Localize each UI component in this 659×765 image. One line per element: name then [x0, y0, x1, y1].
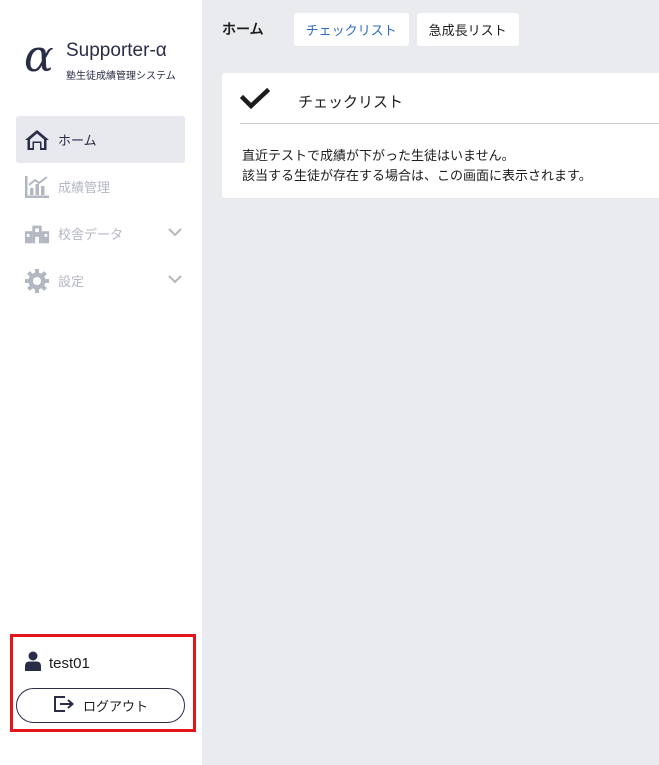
topbar: ホーム チェックリスト 急成長リスト — [222, 12, 527, 46]
user-info: test01 — [25, 651, 90, 675]
brand-name: Supporter-α — [66, 40, 167, 61]
brand-subtitle: 塾生徒成績管理システム — [66, 71, 176, 82]
card-message-line: 該当する生徒が存在する場合は、この画面に表示されます。 — [242, 169, 592, 184]
page-title: ホーム — [222, 22, 264, 38]
sidebar-nav: ホーム 成績管理 校舎データ 設定 — [16, 116, 185, 304]
checklist-card: チェックリスト 直近テストで成績が下がった生徒はいません。 該当する生徒が存在す… — [222, 73, 659, 198]
logout-button[interactable]: ログアウト — [16, 688, 185, 723]
sidebar-item-settings[interactable]: 設定 — [16, 257, 185, 304]
user-panel: test01 ログアウト — [10, 634, 196, 732]
gear-icon — [24, 268, 50, 294]
logout-label: ログアウト — [82, 700, 148, 715]
chart-icon — [24, 174, 50, 200]
chevron-down-icon[interactable] — [167, 271, 183, 287]
sidebar-item-school-data[interactable]: 校舎データ — [16, 210, 185, 257]
sidebar-item-label: 成績管理 — [58, 181, 111, 196]
logout-icon — [53, 695, 75, 717]
building-icon — [24, 221, 50, 247]
chevron-down-icon[interactable] — [167, 224, 183, 240]
check-icon — [239, 87, 271, 111]
sidebar: α Supporter-α 塾生徒成績管理システム ホーム 成績管理 校舎データ… — [0, 0, 202, 765]
card-title: チェックリスト — [298, 93, 404, 111]
user-icon — [25, 651, 41, 675]
sidebar-item-label: 校舎データ — [58, 228, 124, 243]
sidebar-item-label: 設定 — [58, 275, 85, 290]
card-message-line: 直近テストで成績が下がった生徒はいません。 — [242, 149, 515, 164]
sidebar-item-label: ホーム — [58, 134, 97, 149]
user-name: test01 — [49, 654, 90, 672]
tab-checklist[interactable]: チェックリスト — [293, 12, 409, 46]
alpha-logo-icon: α — [24, 31, 54, 82]
card-header: チェックリスト — [239, 87, 659, 124]
sidebar-item-grades[interactable]: 成績管理 — [16, 163, 185, 210]
card-body: 直近テストで成績が下がった生徒はいません。 該当する生徒が存在する場合は、この画… — [242, 147, 592, 187]
home-icon — [24, 127, 50, 153]
tab-rapid-growth[interactable]: 急成長リスト — [416, 12, 519, 46]
sidebar-item-home[interactable]: ホーム — [16, 116, 185, 163]
